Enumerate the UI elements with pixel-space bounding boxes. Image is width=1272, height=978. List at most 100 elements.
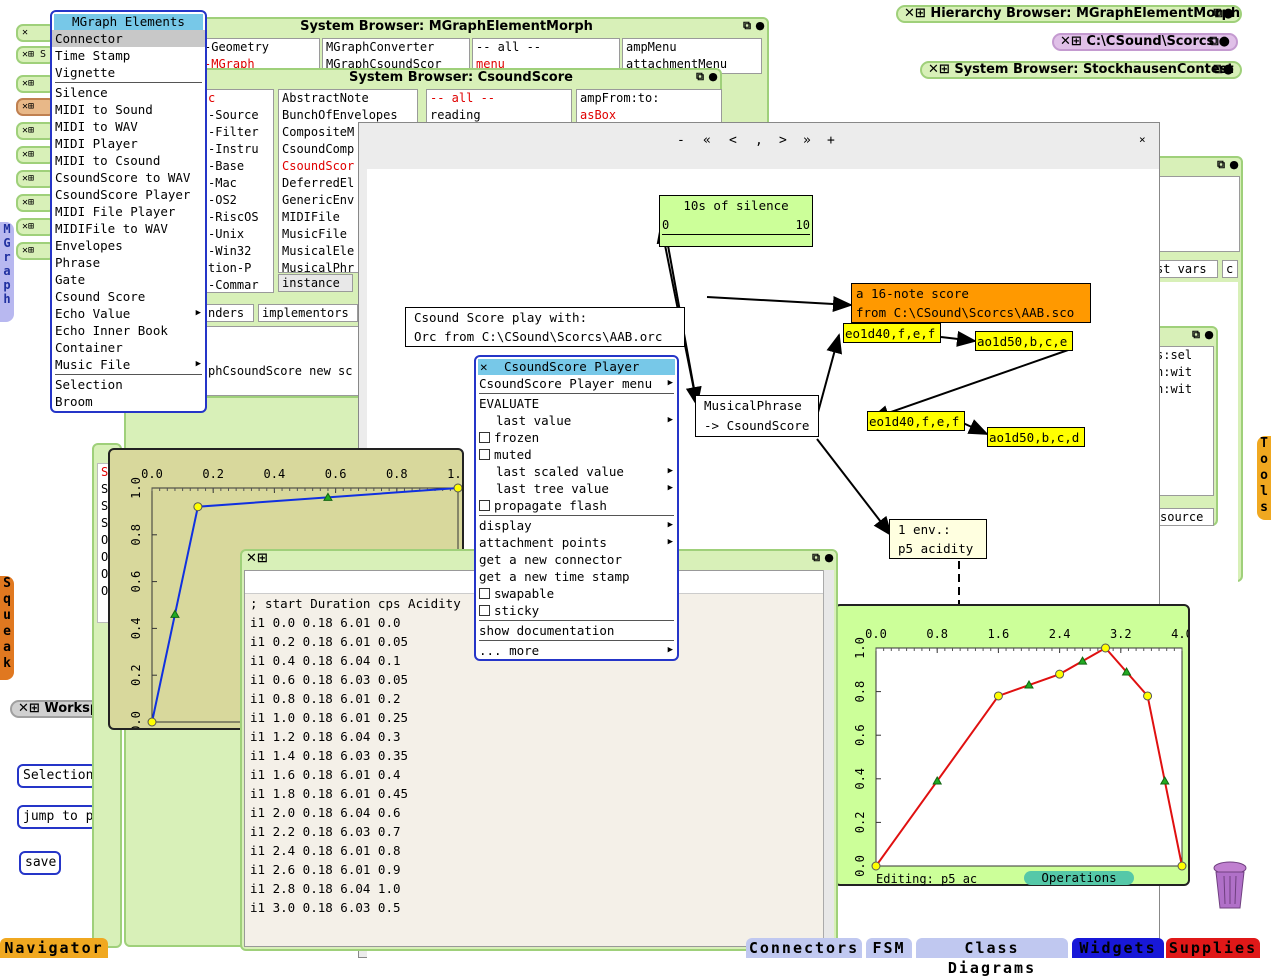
- list-item[interactable]: -Mac: [205, 175, 273, 192]
- close-icon[interactable]: ✕⊞: [246, 551, 268, 566]
- fsm-flap[interactable]: FSM: [866, 938, 912, 958]
- last-button[interactable]: »: [803, 133, 811, 148]
- squeak-flap-tab[interactable]: Squeak: [0, 576, 14, 680]
- source-button[interactable]: source: [1156, 508, 1214, 526]
- window-control-icon[interactable]: ⧉●: [1213, 7, 1234, 21]
- window-title[interactable]: System Browser: CsoundScore ⧉ ●: [202, 70, 720, 86]
- menu-item[interactable]: MIDI to WAV: [52, 118, 205, 135]
- category-pane[interactable]: c -Source -Filter -Instru -Base -Mac -OS…: [204, 89, 274, 293]
- menu-item[interactable]: Container: [52, 339, 205, 356]
- tools-flap-tab[interactable]: Tools: [1257, 436, 1271, 520]
- expand-icon[interactable]: ●: [1228, 159, 1240, 171]
- menu-item[interactable]: attachment points ▶: [476, 534, 677, 551]
- envelope-editor-right[interactable]: 0.0 0.8 1.6 2.4 3.2 4.0 0.0 0.2 0.4 0.6 0.8 1.0 Edi…: [834, 604, 1193, 886]
- list-item[interactable]: s:sel: [1153, 347, 1213, 364]
- code-pane[interactable]: phCsoundScore new sc: [204, 326, 364, 396]
- inst-vars-button[interactable]: st vars: [1152, 260, 1218, 278]
- implementors-button[interactable]: implementors: [258, 304, 358, 322]
- close-icon[interactable]: ✕⊞: [904, 6, 930, 21]
- list-item[interactable]: tion-P: [205, 260, 273, 277]
- collapse-icon[interactable]: ⧉: [741, 20, 753, 32]
- menu-item[interactable]: Phrase: [52, 254, 205, 271]
- menu-item[interactable]: MIDI to Sound: [52, 101, 205, 118]
- widgets-flap[interactable]: Widgets: [1072, 938, 1164, 958]
- zoom-out-button[interactable]: -: [677, 133, 685, 148]
- instance-button[interactable]: instance: [278, 274, 353, 292]
- menu-item[interactable]: MIDIFile to WAV: [52, 220, 205, 237]
- navigator-flap[interactable]: Navigator: [0, 938, 108, 958]
- operations-button[interactable]: Operations: [1024, 871, 1134, 885]
- window-title[interactable]: System Browser: MGraphElementMorph ⧉ ●: [126, 19, 767, 35]
- menu-title[interactable]: MGraph Elements: [54, 14, 203, 30]
- method-pane[interactable]: s:sel h:wit h:wit: [1152, 346, 1214, 496]
- menu-item[interactable]: muted: [476, 446, 677, 463]
- menu-item[interactable]: Gate: [52, 271, 205, 288]
- collapse-icon[interactable]: ⧉: [1215, 159, 1227, 171]
- connector-arrow[interactable]: [706, 296, 853, 312]
- score-node[interactable]: a 16-note score from C:\CSound\Scorcs\AA…: [851, 283, 1091, 323]
- list-item[interactable]: c: [205, 90, 273, 107]
- list-item[interactable]: h:wit: [1153, 364, 1213, 381]
- menu-item[interactable]: last value ▶: [476, 412, 677, 429]
- method-pane[interactable]: [1154, 176, 1240, 252]
- first-button[interactable]: «: [703, 133, 711, 148]
- jump-to-button[interactable]: jump to p: [17, 805, 97, 829]
- list-item[interactable]: -Instru: [205, 141, 273, 158]
- supplies-flap[interactable]: Supplies: [1166, 938, 1260, 958]
- selection-button[interactable]: Selection: [17, 764, 97, 788]
- window-control-icon[interactable]: ⧉●: [1209, 35, 1230, 49]
- list-item[interactable]: -Commar: [205, 277, 273, 292]
- connector-arrow[interactable]: [816, 333, 843, 417]
- note-node-1[interactable]: eo1d40,f,e,f: [843, 323, 941, 343]
- list-item[interactable]: MGraphConverter: [323, 39, 469, 56]
- close-icon[interactable]: ✕: [480, 359, 488, 375]
- checkbox[interactable]: [479, 500, 490, 511]
- menu-item[interactable]: propagate flash: [476, 497, 677, 514]
- list-item[interactable]: -RiscOS: [205, 209, 273, 226]
- play-node[interactable]: Csound Score play with: Orc from C:\CSou…: [405, 307, 685, 347]
- stop-button[interactable]: ,: [755, 133, 763, 148]
- phrase-node[interactable]: MusicalPhrase -> CsoundScore: [695, 395, 819, 437]
- menu-item[interactable]: CsoundScore Player: [52, 186, 205, 203]
- expand-icon[interactable]: ●: [707, 71, 719, 83]
- class-diagrams-flap[interactable]: Class Diagrams: [916, 938, 1068, 977]
- menu-item[interactable]: Silence: [52, 84, 205, 101]
- zoom-in-button[interactable]: +: [827, 133, 835, 148]
- list-item[interactable]: -Unix: [205, 226, 273, 243]
- list-item[interactable]: -- all --: [473, 39, 619, 56]
- protocol-pane[interactable]: -- all -- reading: [426, 89, 572, 125]
- window-title[interactable]: ⧉ ●: [1152, 158, 1241, 174]
- connector-arrow[interactable]: [869, 348, 1072, 421]
- list-item[interactable]: h:wit: [1153, 381, 1213, 398]
- menu-item[interactable]: EVALUATE: [476, 395, 677, 412]
- class-vars-button[interactable]: c: [1222, 260, 1238, 278]
- checkbox[interactable]: [479, 588, 490, 599]
- silence-slider-track[interactable]: [662, 234, 810, 235]
- menu-item[interactable]: Time Stamp: [52, 47, 205, 64]
- menu-item[interactable]: Echo Inner Book: [52, 322, 205, 339]
- menu-item[interactable]: Vignette: [52, 64, 205, 81]
- list-item[interactable]: ampMenu: [623, 39, 761, 56]
- stockhausen-browser-flap[interactable]: ✕⊞ System Browser: StockhausenContest ⧉●: [920, 61, 1242, 79]
- menu-item[interactable]: last scaled value ▶: [476, 463, 677, 480]
- list-item[interactable]: ampFrom:to:: [577, 90, 721, 107]
- list-item[interactable]: -Win32: [205, 243, 273, 260]
- hierarchy-browser-flap[interactable]: ✕⊞ Hierarchy Browser: MGraphElementMorph…: [896, 5, 1242, 23]
- menu-item[interactable]: Envelopes: [52, 237, 205, 254]
- previous-button[interactable]: <: [729, 133, 737, 148]
- silence-node[interactable]: 10s of silence 0 10: [659, 195, 813, 247]
- expand-icon[interactable]: ●: [754, 20, 766, 32]
- menu-item[interactable]: display ▶: [476, 517, 677, 534]
- menu-item[interactable]: CsoundScore to WAV: [52, 169, 205, 186]
- menu-item[interactable]: MIDI Player: [52, 135, 205, 152]
- trash-can-icon[interactable]: [1212, 860, 1248, 912]
- close-icon[interactable]: ✕⊞: [18, 701, 44, 716]
- mgraph-flap-tab[interactable]: MGraph: [0, 222, 14, 322]
- menu-item[interactable]: Music File ▶: [52, 356, 205, 373]
- menu-item[interactable]: frozen: [476, 429, 677, 446]
- collapse-icon[interactable]: ⧉: [694, 71, 706, 83]
- menu-item[interactable]: get a new time stamp: [476, 568, 677, 585]
- menu-item[interactable]: swapable: [476, 585, 677, 602]
- next-button[interactable]: >: [779, 133, 787, 148]
- menu-item[interactable]: Csound Score: [52, 288, 205, 305]
